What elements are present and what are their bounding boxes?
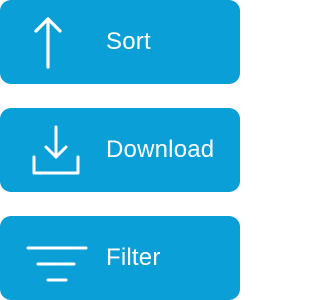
download-icon xyxy=(22,115,90,185)
sort-button[interactable]: Sort xyxy=(0,0,240,84)
filter-button[interactable]: Filter xyxy=(0,216,240,300)
arrow-up-icon xyxy=(22,7,90,77)
download-label: Download xyxy=(106,136,215,163)
download-button[interactable]: Download xyxy=(0,108,240,192)
filter-icon xyxy=(22,223,90,293)
filter-label: Filter xyxy=(106,244,161,271)
sort-label: Sort xyxy=(106,28,151,55)
